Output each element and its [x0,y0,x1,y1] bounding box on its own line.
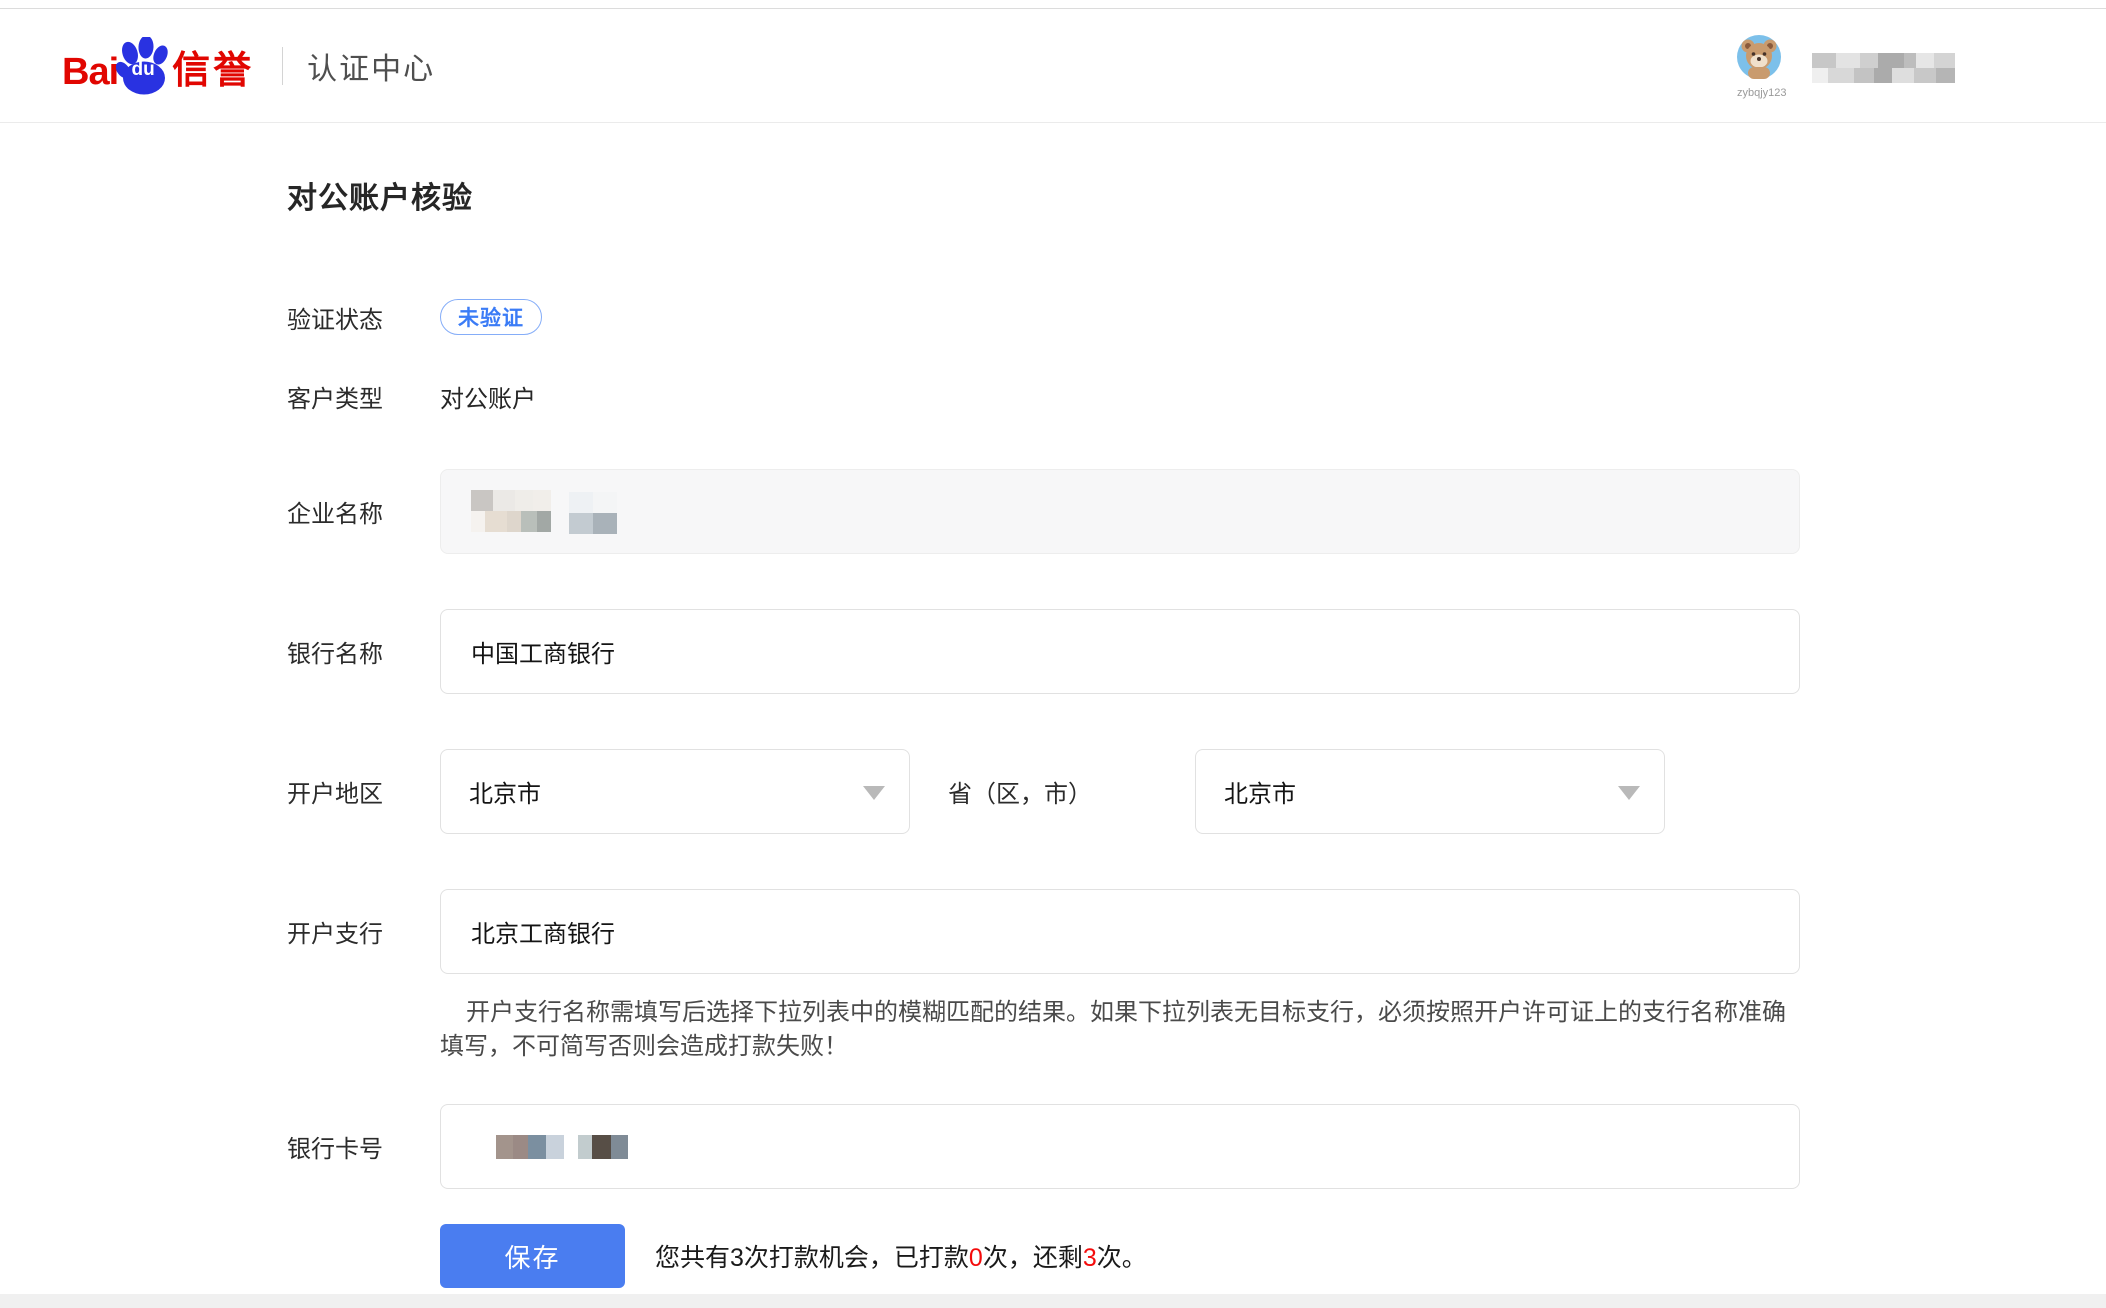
note-remaining-count: 3 [1083,1244,1097,1272]
user-avatar[interactable]: zybqjy123 [1737,35,1781,99]
verification-form: 对公账户核验 验证状态 未验证 客户类型 对公账户 企业名称 银行名称 开户地区… [0,123,2106,1288]
status-badge: 未验证 [440,299,542,335]
header-divider [282,47,283,85]
page-bottom-strip [0,1294,2106,1308]
note-mid: 次，还剩 [983,1244,1083,1272]
user-name-redacted[interactable] [1812,53,1955,83]
province-select[interactable]: 北京市 [440,749,910,834]
status-label: 验证状态 [287,300,440,335]
site-section-title: 认证中心 [307,44,435,88]
transfer-attempts-note: 您共有3次打款机会，已打款0次，还剩3次。 [655,1238,1147,1274]
save-button[interactable]: 保存 [440,1224,625,1288]
province-select-value: 北京市 [469,774,541,809]
baidu-paw-icon: du [116,37,170,95]
bank-name-row: 银行名称 [287,609,2106,694]
company-name-row: 企业名称 [287,469,2106,554]
customer-type-label: 客户类型 [287,379,440,414]
page-title: 对公账户核验 [287,183,2106,215]
account-region-label: 开户地区 [287,774,440,809]
account-region-row: 开户地区 北京市 省（区，市） 北京市 [287,749,2106,834]
avatar-bear-icon [1737,35,1781,79]
card-number-redacted [496,1135,628,1159]
branch-input[interactable] [440,889,1800,974]
save-row: 保存 您共有3次打款机会，已打款0次，还剩3次。 [287,1224,2106,1288]
company-name-label: 企业名称 [287,494,440,529]
customer-type-value: 对公账户 [440,379,536,414]
customer-type-row: 客户类型 对公账户 [287,382,2106,410]
city-select-value: 北京市 [1224,774,1296,809]
note-suffix: 次。 [1097,1244,1147,1272]
branch-hint-text: 开户支行名称需填写后选择下拉列表中的模糊匹配的结果。如果下拉列表无目标支行，必须… [440,996,1800,1064]
province-unit-label: 省（区，市） [948,774,1092,809]
chevron-down-icon [863,786,885,800]
logo-text-bai: Bai [62,53,118,95]
card-number-row: 银行卡号 [287,1104,2106,1189]
city-select[interactable]: 北京市 [1195,749,1665,834]
note-prefix: 您共有3次打款机会，已打款 [655,1244,969,1272]
logo-text-du: du [132,59,155,81]
company-name-field [440,469,1800,554]
bank-name-input[interactable] [440,609,1800,694]
user-id-text: zybqjy123 [1737,87,1781,99]
bank-name-label: 银行名称 [287,634,440,669]
chevron-down-icon [1618,786,1640,800]
app-header: Bai du 信誉 认证中心 [0,9,2106,123]
company-name-redacted [471,490,617,534]
logo-text-xinyu: 信誉 [172,52,254,95]
status-row: 验证状态 未验证 [287,299,2106,335]
note-used-count: 0 [969,1244,983,1272]
baidu-credit-logo[interactable]: Bai du 信誉 [62,37,254,95]
card-number-label: 银行卡号 [287,1129,440,1164]
card-number-input[interactable] [440,1104,1800,1189]
branch-row: 开户支行 [287,889,2106,974]
branch-label: 开户支行 [287,914,440,949]
